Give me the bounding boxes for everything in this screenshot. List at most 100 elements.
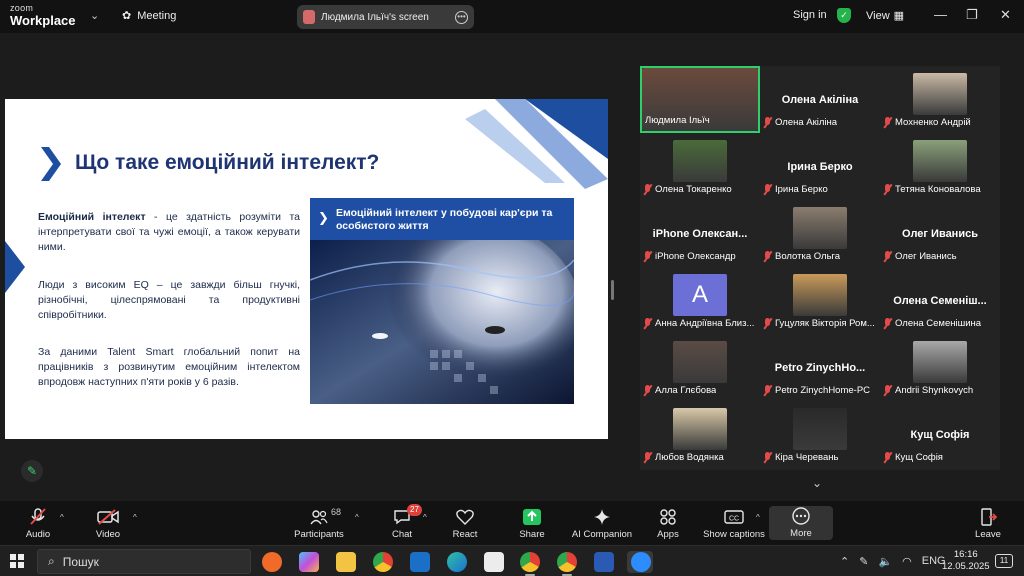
title-bar: zoom Workplace ⌄ ✿ Meeting Людмила Ільїч… <box>0 0 1024 33</box>
screen-share-pill[interactable]: Людмила Ільїч's screen ••• <box>297 5 474 29</box>
participant-tile[interactable]: Олена Токаренко <box>640 133 760 200</box>
leave-label: Leave <box>975 529 1001 540</box>
participant-name-label: iPhone Олександр <box>643 250 736 263</box>
audio-button[interactable]: Audio <box>6 507 70 540</box>
participant-name-label: Олена Акіліна <box>763 116 837 129</box>
panel-resize-handle[interactable] <box>611 280 614 300</box>
more-options-icon[interactable]: ••• <box>455 10 468 24</box>
participant-tile[interactable]: Олена Семеніш... Олена Семенішина <box>880 267 1000 334</box>
chat-caret-icon[interactable]: ^ <box>423 513 427 522</box>
tray-expand-icon[interactable]: ⌃ <box>840 555 849 568</box>
mic-muted-icon <box>643 184 652 195</box>
participant-tile[interactable]: Мохненко Андрій <box>880 66 1000 133</box>
participant-name: Анна Андріївна Близ... <box>655 318 755 329</box>
more-button[interactable]: More <box>769 506 833 540</box>
store-icon[interactable] <box>484 552 504 572</box>
wifi-icon[interactable]: ◠ <box>902 555 912 568</box>
participant-tile[interactable]: Andrii Shynkovych <box>880 334 1000 401</box>
leave-button[interactable]: Leave <box>956 507 1020 540</box>
participant-tile[interactable]: Алла Глєбова <box>640 334 760 401</box>
participant-name: Олена Семенішина <box>895 318 982 329</box>
file-explorer-icon[interactable] <box>336 552 356 572</box>
ai-companion-label: AI Companion <box>571 529 633 540</box>
participant-video <box>793 207 847 249</box>
chat-label: Chat <box>391 529 413 540</box>
sign-in-link[interactable]: Sign in <box>793 9 827 21</box>
annotate-pencil-icon[interactable]: ✎ <box>21 460 43 482</box>
zoom-app-icon[interactable] <box>631 552 651 572</box>
speaker-icon[interactable]: 🔈 <box>878 555 892 568</box>
ai-companion-button[interactable]: AI Companion <box>570 507 634 540</box>
mic-muted-icon <box>643 251 652 262</box>
participant-name-label: Мохненко Андрій <box>883 116 971 129</box>
video-button[interactable]: Video <box>76 507 140 540</box>
participant-tile[interactable]: Petro ZinychHo... Petro ZinychHome-PC <box>760 334 880 401</box>
windows-start-icon[interactable] <box>10 554 24 568</box>
shared-slide: Що таке емоційний інтелект? Емоційний ін… <box>5 99 608 439</box>
shield-icon[interactable]: ✓ <box>837 8 851 23</box>
clock-date: 12.05.2025 <box>942 561 990 572</box>
chrome-profile-icon[interactable] <box>520 552 540 572</box>
system-tray: ⌃ ✎ 🔈 ◠ ENG <box>840 555 946 568</box>
participants-caret-icon[interactable]: ^ <box>355 513 359 522</box>
view-button[interactable]: View ▦ <box>866 9 904 23</box>
mic-muted-icon <box>763 184 772 195</box>
minimize-icon[interactable]: — <box>934 7 947 22</box>
mic-muted-icon <box>883 251 892 262</box>
para1-bold: Емоційний інтелект <box>38 211 146 223</box>
participant-tile[interactable]: Ірина Берко Ірина Берко <box>760 133 880 200</box>
screen-share-label: Людмила Ільїч's screen <box>321 11 429 23</box>
participant-tile[interactable]: Людмила Ільїч <box>640 66 760 133</box>
restore-icon[interactable]: ❐ <box>966 7 978 23</box>
word-icon[interactable] <box>594 552 614 572</box>
chrome-profile-2-icon[interactable] <box>557 552 577 572</box>
chevron-down-icon[interactable]: ⌄ <box>90 9 99 22</box>
participant-tile[interactable]: Гуцуляк Вікторія Ром... <box>760 267 880 334</box>
taskbar-clock[interactable]: 16:16 12.05.2025 <box>942 549 990 573</box>
participant-big-name: Ірина Берко <box>787 161 853 173</box>
video-caret-icon[interactable]: ^ <box>133 513 137 522</box>
captions-button[interactable]: CC Show captions <box>700 507 768 540</box>
participant-name: Мохненко Андрій <box>895 117 971 128</box>
firefox-icon[interactable] <box>262 552 282 572</box>
captions-caret-icon[interactable]: ^ <box>756 513 760 522</box>
participant-tile[interactable]: Кіра Черевань <box>760 401 880 468</box>
chrome-icon[interactable] <box>373 552 393 572</box>
participant-tile[interactable]: Волотка Ольга <box>760 200 880 267</box>
mic-muted-icon <box>643 318 652 329</box>
outlook-icon[interactable] <box>410 552 430 572</box>
notifications-icon[interactable]: 11 <box>995 554 1013 568</box>
mic-muted-icon <box>763 318 772 329</box>
participant-tile[interactable]: Любов Водянка <box>640 401 760 468</box>
mic-muted-icon <box>763 385 772 396</box>
mic-muted-icon <box>643 385 652 396</box>
search-label: Пошук <box>62 554 99 569</box>
apps-button[interactable]: Apps <box>636 507 700 540</box>
close-icon[interactable]: ✕ <box>1000 7 1011 23</box>
participant-tile[interactable]: Кущ Софія Кущ Софія <box>880 401 1000 468</box>
copilot-icon[interactable] <box>299 552 319 572</box>
participant-tile[interactable]: Олена Акіліна Олена Акіліна <box>760 66 880 133</box>
meeting-icon: ✿ <box>122 10 132 22</box>
share-button[interactable]: Share <box>500 507 564 540</box>
audio-caret-icon[interactable]: ^ <box>60 513 64 522</box>
participant-tile[interactable]: Тетяна Коновалова <box>880 133 1000 200</box>
edge-icon[interactable] <box>447 552 467 572</box>
participant-tile[interactable]: A Анна Андріївна Близ... <box>640 267 760 334</box>
participant-tile[interactable]: iPhone Олексан... iPhone Олександр <box>640 200 760 267</box>
chat-button[interactable]: 27 Chat <box>370 504 434 540</box>
grid-next-page-icon[interactable]: ⌄ <box>812 476 822 490</box>
pen-icon[interactable]: ✎ <box>859 555 868 568</box>
ai-face-image <box>310 240 574 404</box>
meeting-menu[interactable]: ✿ Meeting <box>122 9 176 23</box>
mic-muted-icon <box>883 385 892 396</box>
sparkle-icon <box>570 507 634 527</box>
participant-tile[interactable]: Олег Иванись Олег Иванись <box>880 200 1000 267</box>
taskbar-search[interactable]: ⌕ Пошук <box>37 549 251 574</box>
react-button[interactable]: React <box>433 507 497 540</box>
participant-name-label: Ірина Берко <box>763 183 828 196</box>
participant-name-label: Гуцуляк Вікторія Ром... <box>763 317 875 330</box>
participants-button[interactable]: 68 Participants <box>287 507 351 540</box>
participant-video <box>913 341 967 383</box>
brand-bottom: Workplace <box>10 13 76 28</box>
